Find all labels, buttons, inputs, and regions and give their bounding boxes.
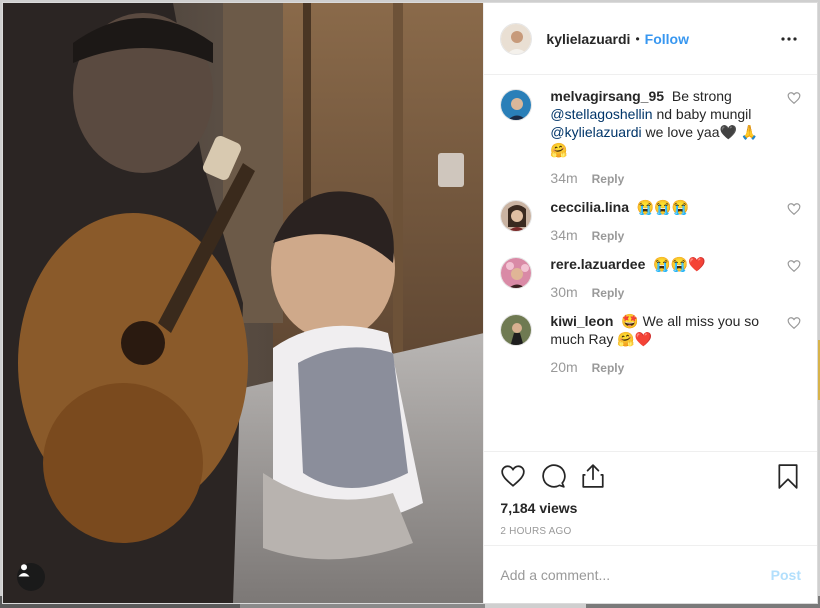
heart-icon[interactable]	[787, 316, 801, 330]
commenter-avatar[interactable]	[500, 200, 533, 232]
comment-body: rere.lazuardee 😭😭❤️ 30m Reply	[550, 255, 770, 302]
commenter-username[interactable]: rere.lazuardee	[550, 256, 645, 272]
comment-item: kiwi_leon 🤩 We all miss you so much Ray …	[500, 312, 801, 377]
comment-body: ceccilia.lina 😭😭😭 34m Reply	[550, 198, 770, 245]
comment-text: nd baby mungil	[656, 106, 752, 122]
commenter-avatar[interactable]	[500, 257, 533, 289]
follow-button[interactable]: Follow	[645, 31, 689, 47]
comment-meta: 20m Reply	[550, 358, 770, 377]
comments-list: melvagirsang_95 Be strong @stellagoshell…	[484, 75, 817, 451]
comment-input[interactable]	[500, 566, 771, 583]
heart-icon[interactable]	[787, 202, 801, 216]
more-options-button[interactable]	[777, 27, 801, 51]
comment-time[interactable]: 34m	[550, 226, 577, 244]
reply-button[interactable]: Reply	[592, 284, 625, 302]
post-comment-button[interactable]: Post	[771, 567, 801, 583]
person-icon	[18, 564, 30, 577]
comment-time[interactable]: 34m	[550, 169, 577, 187]
share-icon[interactable]	[580, 463, 606, 489]
reply-button[interactable]: Reply	[592, 227, 625, 245]
comment-time[interactable]: 20m	[550, 358, 577, 376]
comment-text: 🤗	[550, 142, 568, 158]
action-icons-row	[500, 462, 801, 490]
comment-body: melvagirsang_95 Be strong @stellagoshell…	[550, 87, 770, 188]
post-timestamp[interactable]: 2 HOURS AGO	[500, 526, 801, 537]
comment-time[interactable]: 30m	[550, 283, 577, 301]
reply-button[interactable]: Reply	[592, 359, 625, 377]
more-horizontal-icon	[781, 36, 797, 41]
comment-text: 😭😭😭	[636, 199, 690, 215]
post-video[interactable]	[3, 3, 484, 603]
comment-bubble-icon[interactable]	[540, 463, 567, 489]
comment-meta: 34m Reply	[550, 169, 770, 188]
heart-icon[interactable]	[787, 259, 801, 273]
mention-link[interactable]: @stellagoshellin	[550, 106, 652, 122]
tagged-users-button[interactable]	[17, 563, 45, 591]
commenter-avatar[interactable]	[500, 314, 533, 346]
view-count[interactable]: 7,184 views	[500, 500, 801, 516]
heart-icon[interactable]	[787, 91, 801, 105]
post-header: kylielazuardi • Follow	[484, 3, 817, 75]
comment-item: melvagirsang_95 Be strong @stellagoshell…	[500, 87, 801, 188]
comment-item: rere.lazuardee 😭😭❤️ 30m Reply	[500, 255, 801, 302]
video-frame-illustration	[3, 3, 484, 603]
comment-meta: 30m Reply	[550, 283, 770, 302]
comment-text: Be strong	[671, 88, 732, 104]
comment-item: ceccilia.lina 😭😭😭 34m Reply	[500, 198, 801, 245]
post-actions: 7,184 views 2 HOURS AGO	[484, 451, 817, 545]
bookmark-icon[interactable]	[775, 463, 801, 489]
author-avatar[interactable]	[500, 22, 533, 55]
add-comment-bar: Post	[484, 545, 817, 603]
comment-meta: 34m Reply	[550, 226, 770, 245]
mention-link[interactable]: @kylielazuardi	[550, 124, 641, 140]
commenter-avatar[interactable]	[500, 89, 533, 121]
like-heart-icon[interactable]	[500, 463, 526, 489]
header-separator: •	[635, 31, 640, 46]
commenter-username[interactable]: kiwi_leon	[550, 313, 613, 329]
commenter-username[interactable]: melvagirsang_95	[550, 88, 664, 104]
comment-body: kiwi_leon 🤩 We all miss you so much Ray …	[550, 312, 770, 377]
comment-text: 😭😭❤️	[653, 256, 706, 272]
post-side-panel: kylielazuardi • Follow melvagirsang_95 B…	[483, 3, 817, 603]
comment-text: we love yaa🖤 🙏	[645, 124, 759, 140]
commenter-username[interactable]: ceccilia.lina	[550, 199, 629, 215]
reply-button[interactable]: Reply	[592, 170, 625, 188]
post-modal: kylielazuardi • Follow melvagirsang_95 B…	[2, 2, 818, 604]
author-username[interactable]: kylielazuardi	[546, 31, 630, 47]
